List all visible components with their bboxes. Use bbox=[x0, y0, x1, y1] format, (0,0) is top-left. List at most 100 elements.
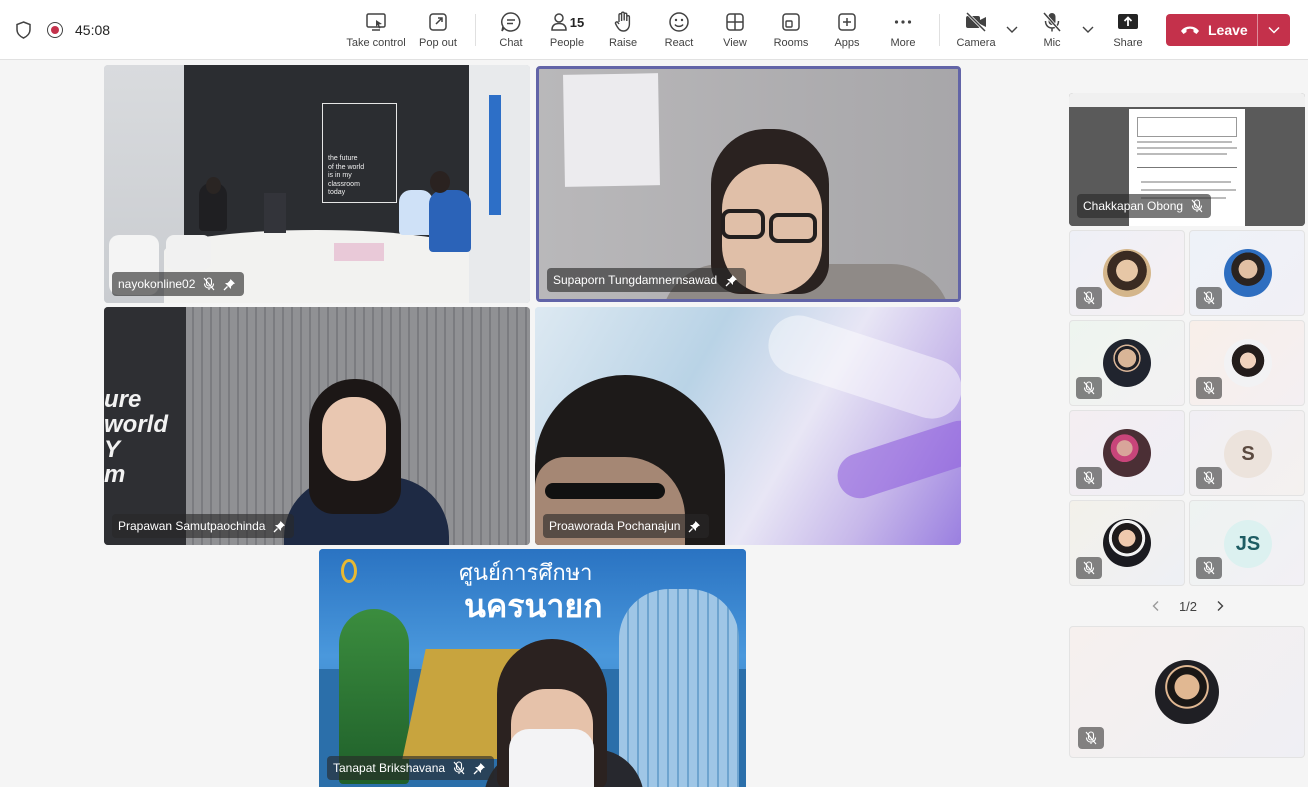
participant-initials-avatar: JS bbox=[1224, 520, 1272, 568]
self-avatar bbox=[1155, 660, 1219, 724]
video-tile[interactable]: ศูนย์การศึกษา นครนายก Tanapat Brikshavan… bbox=[319, 549, 746, 787]
people-count: 15 bbox=[569, 14, 585, 30]
face-mask bbox=[509, 729, 594, 787]
gallery-pager: 1/2 bbox=[1150, 596, 1226, 616]
participant-thumbnail[interactable] bbox=[1069, 500, 1185, 586]
chat-icon bbox=[501, 12, 521, 32]
leave-options-button[interactable] bbox=[1258, 14, 1290, 46]
add-app-icon bbox=[838, 13, 856, 31]
muted-indicator bbox=[1196, 287, 1222, 309]
participant-name-label: Supaporn Tungdamnernsawad bbox=[547, 268, 747, 292]
camera-options-chevron-icon[interactable] bbox=[1005, 22, 1019, 36]
react-button[interactable]: React bbox=[663, 10, 695, 52]
pin-icon[interactable] bbox=[725, 274, 738, 287]
glasses bbox=[545, 483, 665, 499]
participant-name-label: Chakkapan Obong bbox=[1077, 194, 1212, 218]
mic-off-icon bbox=[1083, 561, 1095, 575]
raise-hand-button[interactable]: Raise bbox=[607, 10, 639, 52]
pop-out-button[interactable]: Pop out bbox=[418, 10, 458, 52]
participant-name-label: Proaworada Pochanajun bbox=[543, 514, 710, 538]
toolbar-divider bbox=[475, 14, 476, 46]
recording-icon bbox=[47, 22, 63, 38]
take-control-icon bbox=[366, 13, 386, 31]
video-tile[interactable]: the future of the world is in my classro… bbox=[104, 65, 530, 303]
shared-window-titlebar bbox=[1069, 93, 1305, 107]
participant-thumbnail[interactable] bbox=[1069, 410, 1185, 496]
screen-share-tile[interactable]: Chakkapan Obong bbox=[1069, 93, 1305, 226]
leave-button[interactable]: Leave bbox=[1166, 14, 1258, 46]
person-face bbox=[322, 397, 386, 481]
participant-thumbnail[interactable] bbox=[1069, 320, 1185, 406]
grid-view-icon bbox=[726, 13, 744, 31]
muted-indicator bbox=[1076, 557, 1102, 579]
mic-off-icon bbox=[1083, 381, 1095, 395]
pin-icon[interactable] bbox=[273, 520, 286, 533]
chevron-left-icon[interactable] bbox=[1150, 600, 1162, 612]
mic-off-icon bbox=[453, 761, 465, 775]
glasses bbox=[721, 209, 765, 239]
camera-off-icon bbox=[965, 12, 987, 32]
video-tile-active-speaker[interactable]: Supaporn Tungdamnernsawad bbox=[536, 66, 961, 302]
participant-thumbnail[interactable] bbox=[1189, 230, 1305, 316]
apps-button[interactable]: Apps bbox=[832, 10, 862, 52]
raise-hand-icon bbox=[614, 11, 631, 32]
muted-indicator bbox=[1076, 287, 1102, 309]
participant-thumbnail[interactable] bbox=[1189, 320, 1305, 406]
participant-avatar bbox=[1103, 339, 1151, 387]
mic-off-icon bbox=[1203, 291, 1215, 305]
pin-icon[interactable] bbox=[473, 762, 486, 775]
person bbox=[399, 190, 433, 235]
banner-text-bottom: นครนายก bbox=[464, 587, 603, 625]
participant-name-label: Tanapat Brikshavana bbox=[327, 756, 495, 780]
pin-icon[interactable] bbox=[688, 520, 701, 533]
person bbox=[429, 190, 471, 252]
video-tile[interactable]: Proaworada Pochanajun bbox=[535, 307, 961, 545]
paper-on-wall bbox=[563, 73, 660, 187]
chevron-down-icon bbox=[1268, 26, 1280, 34]
building bbox=[619, 589, 739, 787]
muted-indicator bbox=[1196, 377, 1222, 399]
people-button[interactable]: 15 People bbox=[546, 10, 588, 52]
chevron-right-icon[interactable] bbox=[1214, 600, 1226, 612]
participant-avatar bbox=[1224, 249, 1272, 297]
mic-off-icon bbox=[1083, 291, 1095, 305]
pop-out-icon bbox=[429, 13, 447, 31]
share-screen-icon bbox=[1118, 14, 1138, 29]
participant-thumbnail[interactable] bbox=[1069, 230, 1185, 316]
meeting-toolbar: 45:08 Take control Pop out Chat 15 Peopl… bbox=[0, 0, 1308, 60]
rooms-button[interactable]: Rooms bbox=[772, 10, 810, 52]
leave-split-button: Leave bbox=[1166, 14, 1290, 46]
mic-off-icon bbox=[1203, 561, 1215, 575]
participant-initials-avatar: S bbox=[1224, 430, 1272, 478]
self-view-tile[interactable] bbox=[1069, 626, 1305, 758]
mic-options-chevron-icon[interactable] bbox=[1081, 22, 1095, 36]
muted-indicator bbox=[1076, 377, 1102, 399]
door-stripe bbox=[489, 95, 501, 215]
participant-thumbnail[interactable]: JS bbox=[1189, 500, 1305, 586]
logo-emblem bbox=[341, 559, 357, 583]
mic-off-icon bbox=[1042, 12, 1062, 32]
participant-thumbnail[interactable]: S bbox=[1189, 410, 1305, 496]
participant-avatar bbox=[1224, 339, 1272, 387]
camera-button[interactable]: Camera bbox=[955, 10, 997, 52]
pin-icon[interactable] bbox=[223, 278, 236, 291]
share-button[interactable]: Share bbox=[1112, 10, 1144, 52]
muted-indicator bbox=[1196, 557, 1222, 579]
toolbar-divider bbox=[939, 14, 940, 46]
more-dots-icon bbox=[894, 20, 912, 24]
chair bbox=[166, 235, 211, 270]
more-button[interactable]: More bbox=[888, 10, 918, 52]
chat-button[interactable]: Chat bbox=[496, 10, 526, 52]
mic-off-icon bbox=[1191, 199, 1203, 213]
sign-panel: ure world Y m bbox=[104, 307, 186, 545]
muted-indicator bbox=[1196, 467, 1222, 489]
video-tile[interactable]: ure world Y m Prapawan Samutpaochinda bbox=[104, 307, 530, 545]
mic-off-icon bbox=[203, 277, 215, 291]
mic-button[interactable]: Mic bbox=[1038, 10, 1066, 52]
participant-avatar bbox=[1103, 519, 1151, 567]
take-control-button[interactable]: Take control bbox=[346, 10, 406, 52]
hang-up-icon bbox=[1181, 26, 1199, 34]
view-button[interactable]: View bbox=[720, 10, 750, 52]
people-icon bbox=[551, 13, 567, 31]
mic-off-icon bbox=[1083, 471, 1095, 485]
